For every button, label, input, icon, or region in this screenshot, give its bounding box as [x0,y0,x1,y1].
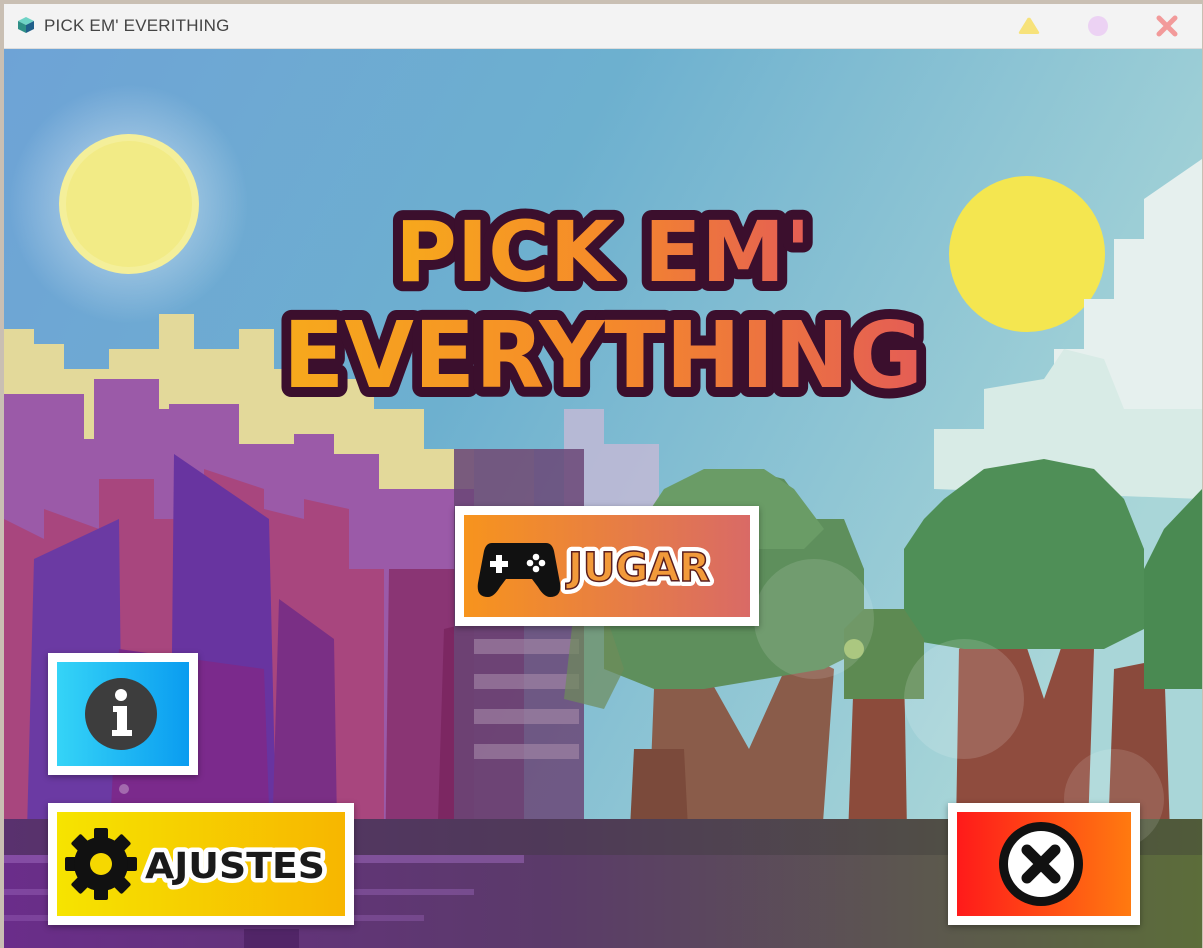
gear-icon [65,828,137,900]
game-window: PICK EM' EVERITHING PICK EM' PICK EM' EV… [4,4,1202,948]
triangle-icon [1018,17,1040,34]
minimize-button[interactable] [1014,12,1044,40]
game-scene: PICK EM' PICK EM' EVERYTHING EVERYTHING [4,49,1202,948]
exit-button-face [957,812,1131,916]
maximize-button[interactable] [1083,12,1113,40]
play-button[interactable]: JUGAR JUGAR [455,506,759,626]
settings-button-face: AJUSTES AJUSTES [57,812,345,916]
title-bar: PICK EM' EVERITHING [4,4,1202,49]
play-button-face: JUGAR JUGAR [464,515,750,617]
close-circle-icon [999,822,1083,906]
circle-icon [1088,16,1108,36]
close-window-button[interactable] [1152,12,1182,40]
cube-icon [18,17,34,33]
settings-button-graphic: AJUSTES AJUSTES [65,828,330,900]
play-button-graphic: JUGAR JUGAR [477,540,715,597]
window-title: PICK EM' EVERITHING [44,16,230,35]
info-button[interactable] [48,653,198,775]
settings-button[interactable]: AJUSTES AJUSTES [48,803,354,925]
play-label: JUGAR [565,545,710,591]
settings-label: AJUSTES [145,846,325,887]
info-button-face [57,662,189,766]
close-x-icon [1156,15,1178,37]
exit-button[interactable] [948,803,1140,925]
info-icon [85,678,157,750]
gamepad-icon [477,543,561,597]
